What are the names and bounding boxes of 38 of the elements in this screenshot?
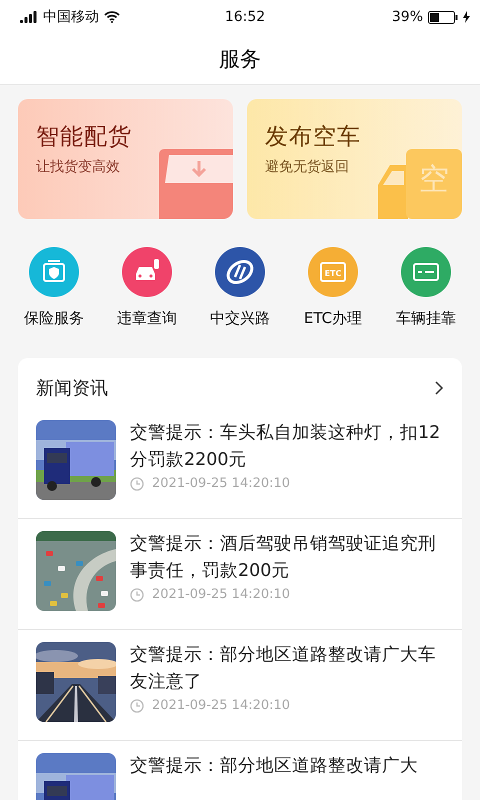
news-title: 交警提示：部分地区道路整改请广大车友注意了 xyxy=(130,644,437,694)
news-item[interactable]: 交警提示：车头私自加装这种灯，扣12分罚款2200元 2021-09-25 14:20:10 xyxy=(18,408,462,519)
signal-icon xyxy=(20,11,38,23)
news-title: 交警提示：部分地区道路整改请广大 xyxy=(130,755,418,778)
clock-icon xyxy=(130,476,144,490)
service-label[interactable]: 保险服务 xyxy=(24,309,84,328)
battery-icon xyxy=(428,10,458,24)
page-title: 服务 xyxy=(219,46,261,73)
news-time: 2021-09-25 14:20:10 xyxy=(152,476,290,491)
news-time: 2021-09-25 14:20:10 xyxy=(152,698,290,713)
service-label[interactable]: 中交兴路 xyxy=(210,309,270,328)
promo-card[interactable]: 发布空车 避免无货返回 空 xyxy=(247,99,462,219)
service-icon[interactable] xyxy=(122,247,172,297)
service-label[interactable]: ETC办理 xyxy=(304,309,362,328)
service-label[interactable]: 车辆挂靠 xyxy=(396,309,456,328)
promo-card[interactable]: 智能配货 让找货变高效 xyxy=(18,99,233,219)
carrier-name: 中国移动 xyxy=(43,8,99,26)
service-label[interactable]: 违章查询 xyxy=(117,309,177,328)
news-title: 交警提示：酒后驾驶吊销驾驶证追究刑事责任，罚款200元 xyxy=(130,533,437,583)
charging-icon xyxy=(463,11,470,23)
service-icon[interactable] xyxy=(215,247,265,297)
promo-title: 智能配货 xyxy=(36,123,132,152)
promo-title: 发布空车 xyxy=(265,123,361,152)
battery-percent: 39% xyxy=(392,9,424,25)
news-title: 交警提示：车头私自加装这种灯，扣12分罚款2200元 xyxy=(130,422,442,472)
service-icon[interactable] xyxy=(401,247,451,297)
promo-subtitle: 让找货变高效 xyxy=(36,158,120,176)
news-item[interactable]: 交警提示：部分地区道路整改请广大 xyxy=(18,741,462,800)
clock-icon xyxy=(130,588,144,602)
section-title: 新闻资讯 xyxy=(36,377,108,400)
promo-subtitle: 避免无货返回 xyxy=(265,158,349,176)
chevron-right-icon[interactable] xyxy=(434,380,444,396)
news-time: 2021-09-25 14:20:10 xyxy=(152,587,290,602)
news-item[interactable]: 交警提示：酒后驾驶吊销驾驶证追究刑事责任，罚款200元 2021-09-25 14:20:10 xyxy=(18,519,462,630)
clock-icon xyxy=(130,698,144,712)
clock-time: 16:52 xyxy=(224,9,266,25)
wifi-icon xyxy=(104,11,120,23)
news-item[interactable]: 交警提示：部分地区道路整改请广大车友注意了 2021-09-25 14:20:10 xyxy=(18,630,462,741)
